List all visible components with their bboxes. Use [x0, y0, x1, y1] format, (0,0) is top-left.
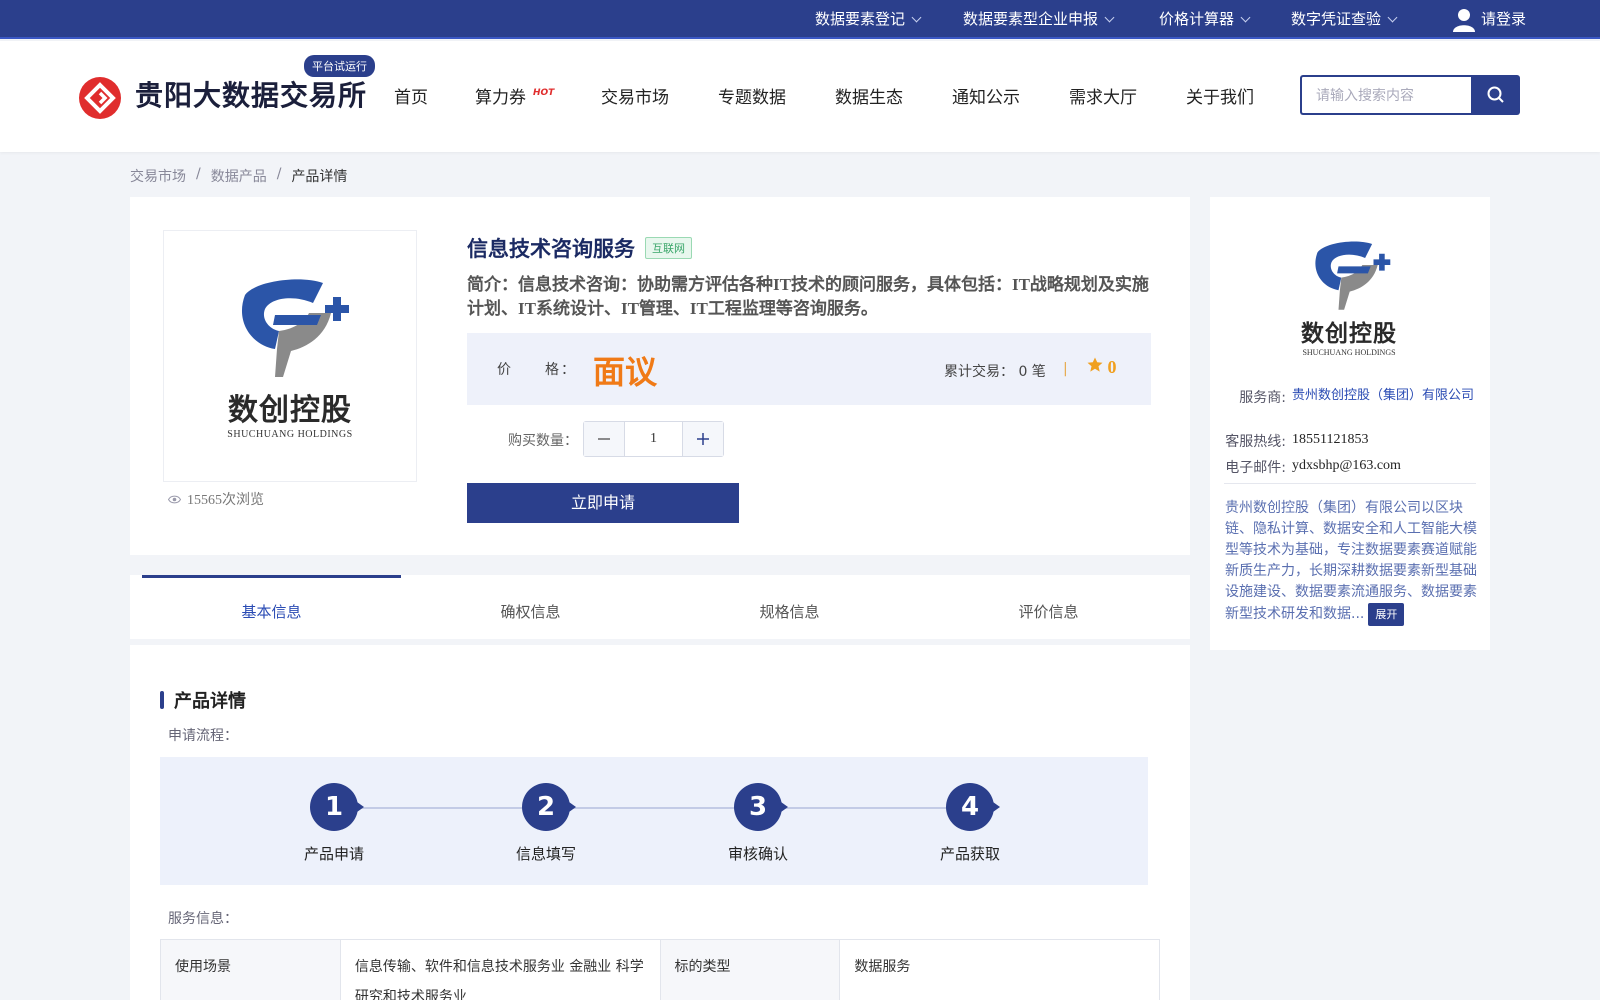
product-logo-cn: 数创控股 — [228, 392, 352, 428]
topbar-item-data-registration[interactable]: 数据要素登记 — [815, 0, 922, 39]
nav-compute-voucher[interactable]: 算力券 — [475, 83, 526, 108]
provider-phone: 18551121853 — [1292, 432, 1369, 447]
plus-icon — [697, 433, 709, 445]
flow-connector — [357, 807, 993, 809]
quantity-stepper: 1 — [583, 421, 724, 457]
price-value: 面议 — [593, 353, 658, 391]
nav-ecosystem[interactable]: 数据生态 — [835, 83, 903, 108]
provider-logo: 数创控股 SHUCHUANG HOLDINGS — [1296, 237, 1402, 357]
provider-email-row: 电子邮件: ydxsbhp@163.com — [1210, 457, 1490, 477]
tab-spec-info[interactable]: 规格信息 — [660, 575, 919, 639]
flow-step: 4 产品获取 — [910, 783, 1030, 864]
tab-review-info[interactable]: 评价信息 — [919, 575, 1178, 639]
separator: | — [1063, 361, 1068, 377]
industry-tag: 互联网 — [645, 237, 692, 259]
product-card: 数创控股 SHUCHUANG HOLDINGS 15565次浏览 信息技术咨询服… — [130, 197, 1190, 555]
flow-step: 3 审核确认 — [698, 783, 818, 864]
breadcrumb-market[interactable]: 交易市场 — [130, 166, 186, 186]
provider-email: ydxsbhp@163.com — [1292, 458, 1401, 473]
divider — [1224, 483, 1476, 484]
minus-icon — [598, 438, 610, 440]
product-image: 数创控股 SHUCHUANG HOLDINGS — [163, 230, 417, 482]
application-flow: 1 产品申请 2 信息填写 3 审核确认 4 产品获取 — [160, 757, 1148, 885]
tab-rights-info[interactable]: 确权信息 — [401, 575, 660, 639]
nav-home[interactable]: 首页 — [394, 83, 428, 108]
chevron-down-icon — [1104, 12, 1115, 23]
quantity-label: 购买数量： — [508, 433, 578, 449]
user-icon — [1453, 8, 1475, 32]
site-header: 贵阳大数据交易所 平台试运行 首页 算力券 HOT 交易市场 专题数据 数据生态… — [0, 41, 1600, 152]
section-title: 产品详情 — [160, 687, 246, 713]
provider-description: 贵州数创控股（集团）有限公司以区块链、隐私计算、数据安全和人工智能大模型等技术为… — [1225, 498, 1477, 626]
topbar-item-enterprise-declaration[interactable]: 数据要素型企业申报 — [963, 0, 1115, 39]
quantity-decrease-button[interactable] — [584, 422, 624, 456]
hot-badge: HOT — [533, 88, 555, 98]
nav-notices[interactable]: 通知公示 — [952, 83, 1020, 108]
product-detail-section: 产品详情 申请流程： 1 产品申请 2 信息填写 3 审核确认 4 产品获取 服… — [130, 645, 1190, 1000]
expand-button[interactable]: 展开 — [1368, 603, 1405, 626]
chevron-down-icon — [1387, 12, 1398, 23]
provider-name-link[interactable]: 贵州数创控股（集团）有限公司 — [1292, 387, 1477, 407]
tab-basic-info[interactable]: 基本信息 — [142, 575, 401, 639]
provider-name-row: 服务商: 贵州数创控股（集团）有限公司 — [1210, 387, 1490, 407]
site-logo[interactable] — [79, 77, 121, 119]
topbar-item-price-calculator[interactable]: 价格计算器 — [1159, 0, 1251, 39]
provider-logo-en: SHUCHUANG HOLDINGS — [1302, 348, 1396, 357]
provider-card: 数创控股 SHUCHUANG HOLDINGS 服务商: 贵州数创控股（集团）有… — [1210, 197, 1490, 650]
table-row: 使用场景 信息传输、软件和信息技术服务业 金融业 科学研究和技术服务业 标的类型… — [160, 939, 1160, 1000]
flow-label: 申请流程： — [168, 728, 238, 744]
provider-logo-cn: 数创控股 — [1301, 321, 1397, 347]
provider-phone-row: 客服热线: 18551121853 — [1210, 431, 1490, 451]
eye-icon — [168, 495, 181, 503]
breadcrumb: 交易市场 / 数据产品 / 产品详情 — [130, 166, 348, 186]
flow-step: 1 产品申请 — [274, 783, 394, 864]
search-button[interactable] — [1471, 75, 1520, 115]
topbar-item-voucher-check[interactable]: 数字凭证查验 — [1291, 0, 1398, 39]
product-logo-en: SHUCHUANG HOLDINGS — [227, 428, 353, 440]
quantity-input[interactable]: 1 — [624, 422, 683, 456]
price-box: 价 格： 面议 累计交易： 0 笔 | 0 — [467, 333, 1151, 405]
quantity-increase-button[interactable] — [683, 422, 723, 456]
nav-topic-data[interactable]: 专题数据 — [718, 83, 786, 108]
star-icon — [1087, 357, 1103, 372]
rating: 0 — [1087, 357, 1117, 378]
detail-tabs: 基本信息 确权信息 规格信息 评价信息 — [130, 575, 1190, 639]
nav-about[interactable]: 关于我们 — [1186, 83, 1254, 108]
search-icon — [1487, 86, 1504, 103]
nav-demand-hall[interactable]: 需求大厅 — [1069, 83, 1137, 108]
beta-badge: 平台试运行 — [304, 55, 375, 77]
login-button[interactable]: 请登录 — [1453, 0, 1526, 39]
service-info-table: 使用场景 信息传输、软件和信息技术服务业 金融业 科学研究和技术服务业 标的类型… — [160, 939, 1160, 1000]
deal-count: 累计交易： 0 笔 — [944, 364, 1046, 380]
product-intro: 简介：信息技术咨询：协助需方评估各种IT技术的顾问服务，具体包括：IT战略规划及… — [467, 275, 1149, 318]
nav-market[interactable]: 交易市场 — [601, 83, 669, 108]
service-info-label: 服务信息： — [168, 911, 238, 927]
top-bar: 数据要素登记 数据要素型企业申报 价格计算器 数字凭证查验 请登录 — [0, 0, 1600, 39]
chevron-down-icon — [911, 12, 922, 23]
view-count: 15565次浏览 — [168, 489, 264, 509]
breadcrumb-current: 产品详情 — [291, 169, 348, 185]
chevron-down-icon — [1240, 12, 1251, 23]
breadcrumb-data-products[interactable]: 数据产品 — [211, 166, 267, 186]
logo-g-icon — [84, 82, 116, 114]
apply-button[interactable]: 立即申请 — [467, 483, 739, 523]
section-bar — [160, 691, 164, 709]
shuchuang-logo-icon — [241, 278, 349, 377]
price-label: 价 格： — [497, 362, 577, 378]
flow-step: 2 信息填写 — [486, 783, 606, 864]
site-title[interactable]: 贵阳大数据交易所 — [135, 74, 367, 114]
search-input[interactable] — [1300, 75, 1471, 115]
shuchuang-logo-icon — [1315, 241, 1391, 310]
product-title: 信息技术咨询服务 互联网 — [467, 233, 692, 263]
